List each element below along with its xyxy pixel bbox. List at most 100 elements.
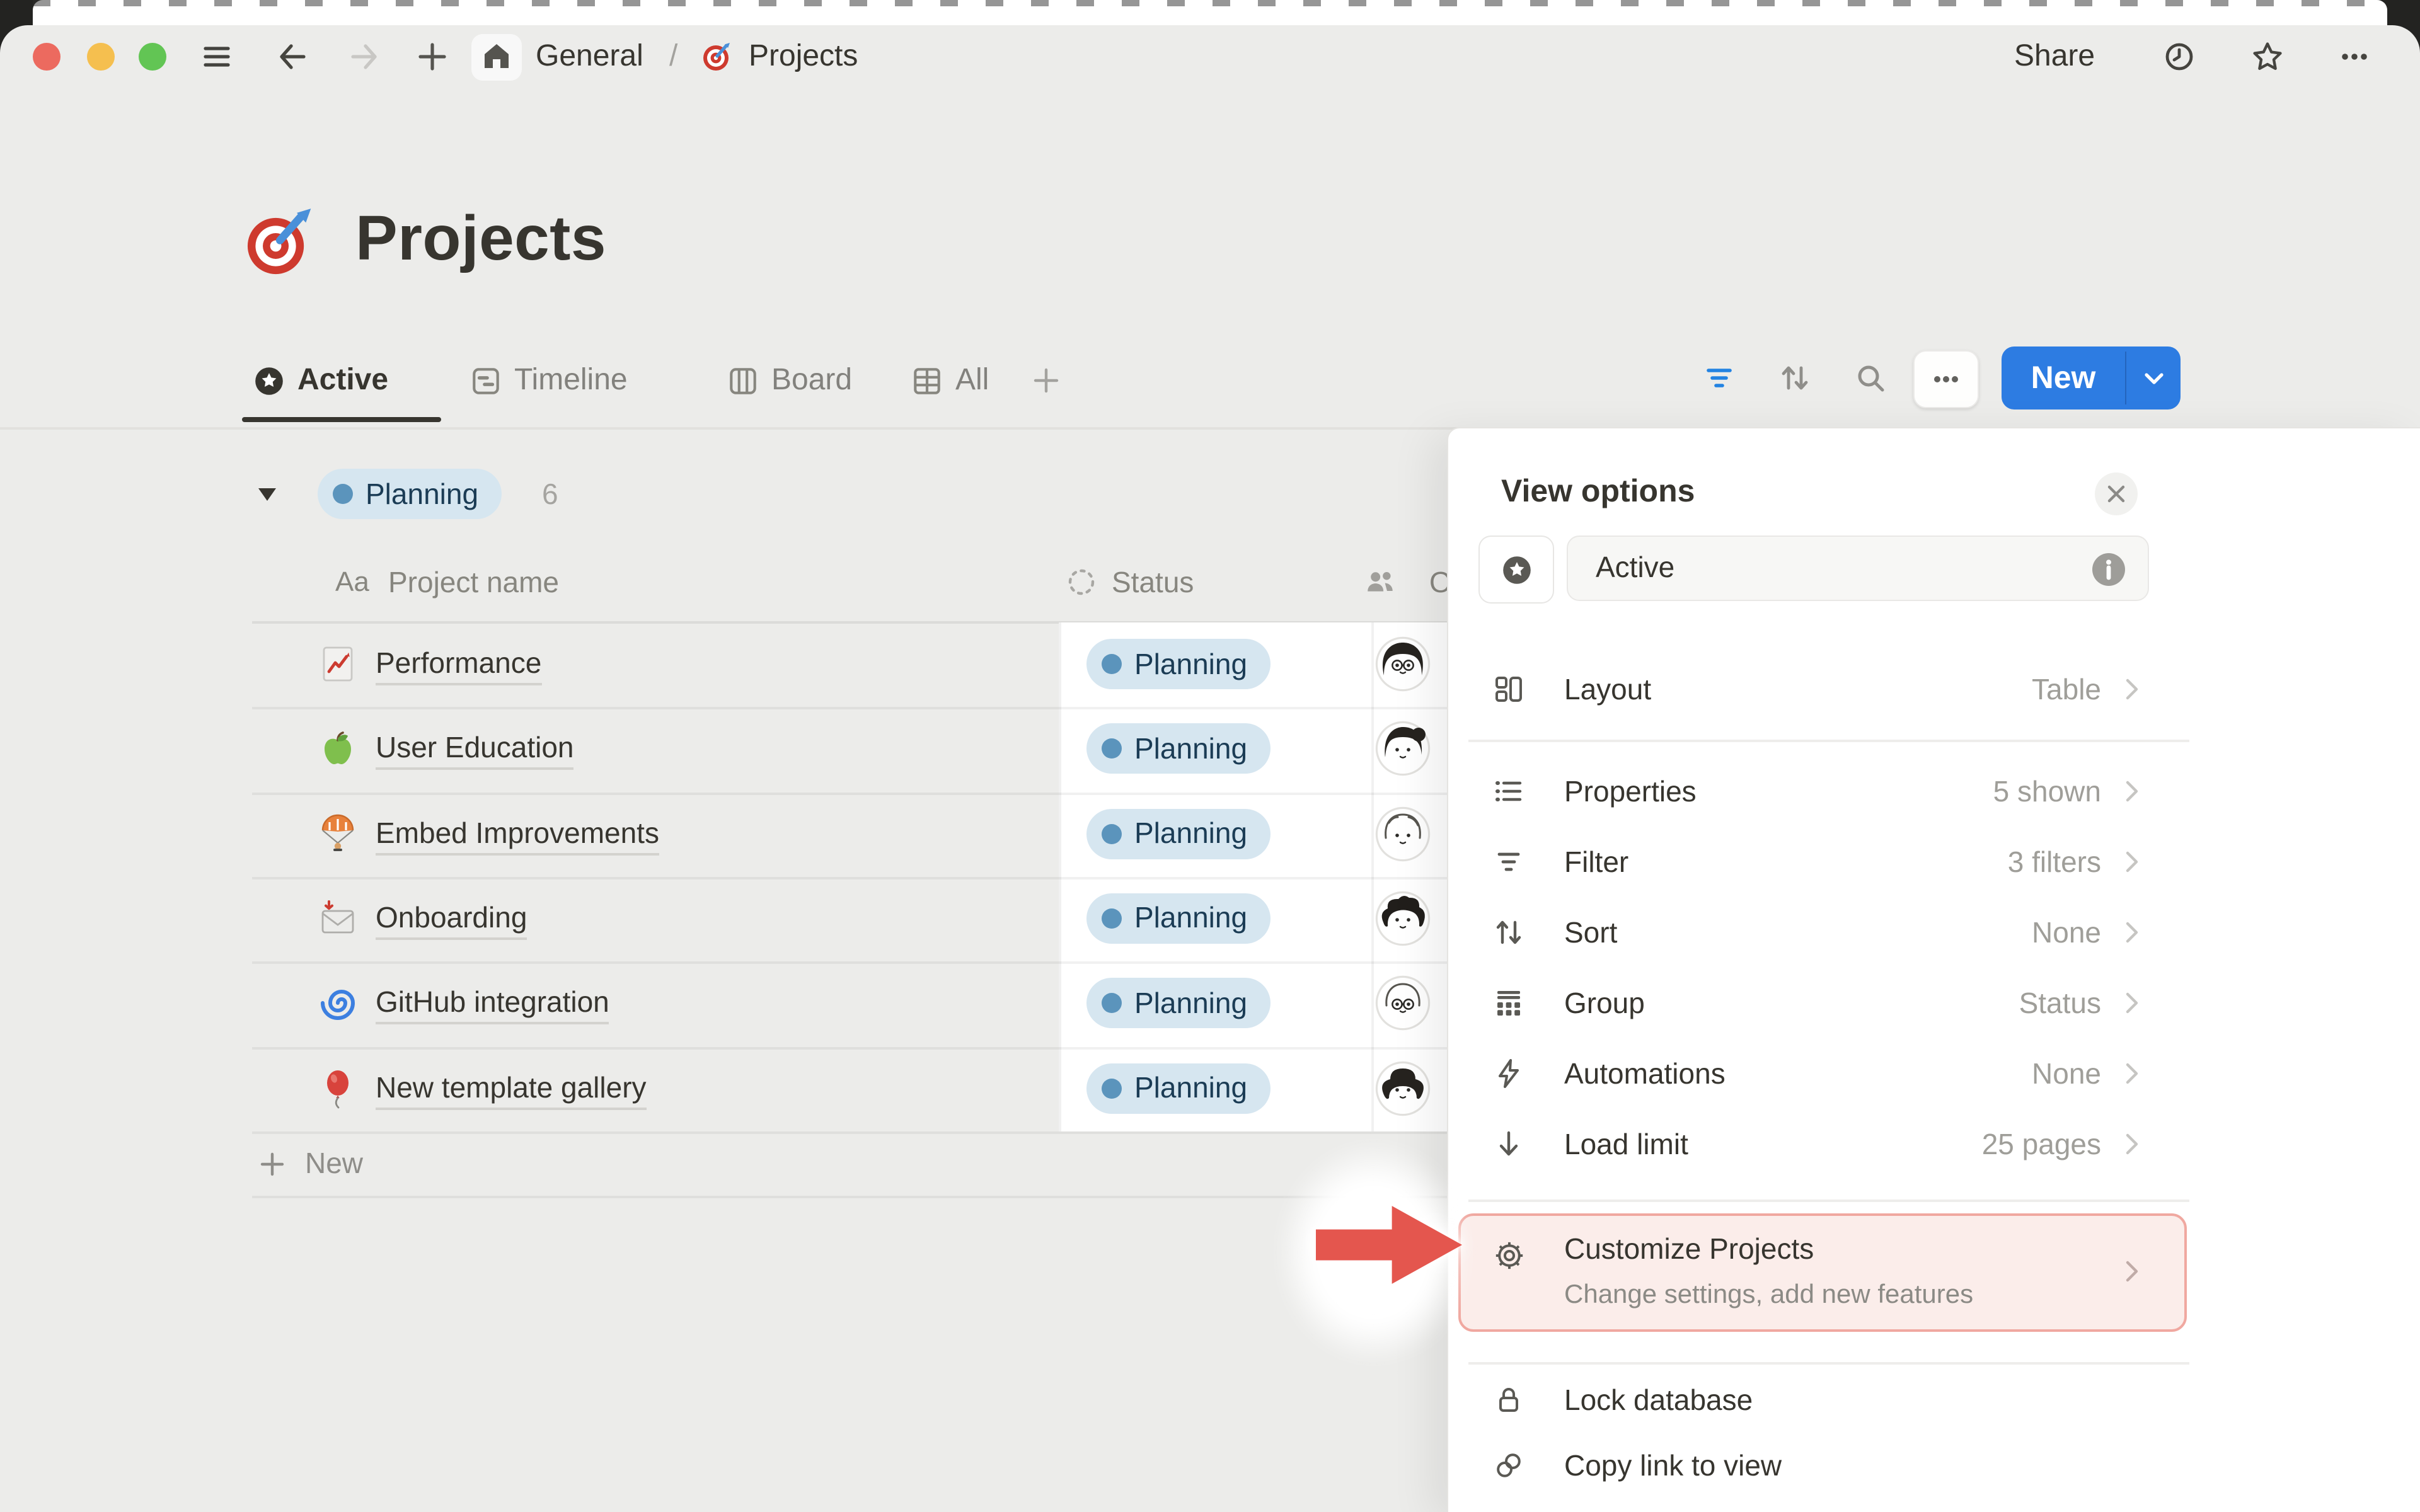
search-icon[interactable] bbox=[1854, 362, 1887, 394]
menu-item-value: 5 shown bbox=[1448, 756, 2101, 827]
panel-menu-item-filter[interactable]: Filter3 filters bbox=[1448, 827, 2189, 897]
row-border bbox=[252, 707, 1447, 710]
status-pill[interactable]: Planning bbox=[1086, 1063, 1270, 1113]
status-pill-label: Planning bbox=[1134, 902, 1247, 936]
breadcrumb-root[interactable]: General bbox=[536, 25, 643, 88]
panel-footer-item-lock-database[interactable]: Lock database bbox=[1448, 1367, 2189, 1433]
status-pill-label: Planning bbox=[1134, 1071, 1247, 1105]
close-icon[interactable] bbox=[2095, 472, 2138, 515]
panel-menu-item-sort[interactable]: SortNone bbox=[1448, 897, 2189, 968]
project-name-link[interactable]: GitHub integration bbox=[376, 986, 609, 1025]
new-record-dropdown[interactable] bbox=[2126, 346, 2181, 410]
avatar-person-glasses[interactable] bbox=[1375, 976, 1431, 1031]
avatar-man-curly[interactable] bbox=[1375, 1060, 1431, 1116]
table-row[interactable]: Onboarding Planning bbox=[0, 877, 1447, 961]
chevron-right-icon bbox=[2118, 675, 2145, 703]
forward-icon[interactable] bbox=[348, 40, 381, 73]
panel-divider bbox=[1468, 740, 2189, 742]
share-button[interactable]: Share bbox=[2014, 25, 2095, 88]
table-row[interactable]: GitHub integration Planning bbox=[0, 962, 1447, 1046]
chevron-right-icon bbox=[2118, 848, 2145, 876]
zoom-window-button[interactable] bbox=[139, 43, 166, 71]
filter-icon[interactable] bbox=[1703, 362, 1736, 394]
menu-item-value: None bbox=[1448, 897, 2101, 968]
panel-divider bbox=[1468, 1362, 2189, 1365]
avatar-woman-ponytail[interactable] bbox=[1375, 721, 1431, 777]
breadcrumb-page[interactable]: Projects bbox=[749, 25, 858, 88]
table-row[interactable]: New template gallery Planning bbox=[0, 1046, 1447, 1131]
avatar-woman-bob-glasses[interactable] bbox=[1375, 636, 1431, 692]
sidebar-menu-icon[interactable] bbox=[200, 40, 233, 73]
avatar-man-fluffy-hair[interactable] bbox=[1375, 891, 1431, 946]
status-pill[interactable]: Planning bbox=[1086, 808, 1270, 859]
new-record-split-button[interactable]: New bbox=[2002, 346, 2181, 410]
status-pill-label: Planning bbox=[1134, 647, 1247, 681]
tab-timeline[interactable]: Timeline bbox=[469, 355, 628, 406]
tab-active[interactable]: Active bbox=[252, 355, 388, 406]
view-name-input[interactable]: Active bbox=[1567, 536, 2149, 601]
status-dot bbox=[1102, 654, 1122, 674]
updates-clock-icon[interactable] bbox=[2163, 40, 2196, 73]
avatar-person-sketch[interactable] bbox=[1375, 806, 1431, 861]
menu-item-value: Table bbox=[1448, 654, 2101, 724]
panel-menu-item-automations[interactable]: AutomationsNone bbox=[1448, 1038, 2189, 1109]
table-row[interactable]: User Education Planning bbox=[0, 707, 1447, 792]
chevron-right-icon bbox=[2118, 777, 2145, 805]
menu-item-value: 3 filters bbox=[1448, 827, 2101, 897]
more-options-icon[interactable] bbox=[2338, 40, 2371, 73]
project-name-link[interactable]: Embed Improvements bbox=[376, 816, 659, 855]
chevron-right-icon bbox=[2118, 1130, 2145, 1158]
cyclone-emoji bbox=[318, 983, 358, 1024]
group-status-pill[interactable]: Planning bbox=[318, 469, 501, 519]
group-collapse-triangle-icon[interactable] bbox=[256, 483, 279, 505]
status-pill[interactable]: Planning bbox=[1086, 893, 1270, 944]
panel-menu-item-properties[interactable]: Properties5 shown bbox=[1448, 756, 2189, 827]
status-pill[interactable]: Planning bbox=[1086, 978, 1270, 1029]
add-row-button[interactable]: New bbox=[257, 1147, 363, 1181]
table-row[interactable]: Performance Planning bbox=[0, 622, 1447, 707]
view-icon-button[interactable] bbox=[1478, 536, 1554, 604]
project-name-link[interactable]: New template gallery bbox=[376, 1070, 647, 1109]
customize-projects-item[interactable]: Customize Projects Change settings, add … bbox=[1458, 1213, 2187, 1332]
footer-item-label: Copy link to view bbox=[1564, 1433, 1782, 1498]
column-header-project-name[interactable]: Project name bbox=[388, 564, 559, 600]
add-view-icon[interactable] bbox=[1031, 365, 1061, 396]
tab-board[interactable]: Board bbox=[726, 355, 852, 406]
project-name-link[interactable]: Onboarding bbox=[376, 901, 527, 940]
minimize-window-button[interactable] bbox=[87, 43, 115, 71]
project-name-link[interactable]: Performance bbox=[376, 646, 541, 685]
status-pill[interactable]: Planning bbox=[1086, 639, 1270, 689]
status-pill-label: Planning bbox=[1134, 816, 1247, 850]
panel-menu-item-group[interactable]: GroupStatus bbox=[1448, 968, 2189, 1038]
panel-menu-item-load-limit[interactable]: Load limit25 pages bbox=[1448, 1109, 2189, 1179]
new-page-icon[interactable] bbox=[416, 40, 449, 73]
project-name-link[interactable]: User Education bbox=[376, 731, 574, 770]
view-more-options-button[interactable] bbox=[1913, 350, 1979, 408]
favorite-star-icon[interactable] bbox=[2251, 40, 2284, 73]
parachute-emoji bbox=[318, 813, 358, 854]
new-record-button-label[interactable]: New bbox=[2002, 346, 2125, 410]
people-property-icon bbox=[1364, 564, 1398, 598]
info-icon[interactable] bbox=[2090, 551, 2128, 588]
page-title[interactable]: Projects bbox=[355, 202, 606, 275]
status-pill[interactable]: Planning bbox=[1086, 724, 1270, 774]
active-tab-underline bbox=[242, 417, 441, 422]
chevron-right-icon bbox=[2118, 919, 2145, 946]
tab-all[interactable]: All bbox=[910, 355, 989, 406]
close-window-button[interactable] bbox=[33, 43, 60, 71]
back-icon[interactable] bbox=[276, 40, 309, 73]
incoming-envelope-emoji bbox=[318, 898, 358, 939]
target-emoji bbox=[701, 40, 734, 73]
panel-footer-item-copy-link-to-view[interactable]: Copy link to view bbox=[1448, 1433, 2189, 1498]
status-dot bbox=[1102, 908, 1122, 929]
table-row[interactable]: Embed Improvements Planning bbox=[0, 792, 1447, 876]
row-border bbox=[252, 877, 1447, 879]
customize-projects-sublabel: Change settings, add new features bbox=[1564, 1280, 1973, 1310]
panel-menu-item-layout[interactable]: LayoutTable bbox=[1448, 654, 2189, 724]
home-button[interactable] bbox=[471, 34, 522, 81]
tab-label: Board bbox=[771, 363, 852, 398]
panel-title: View options bbox=[1501, 474, 1695, 510]
column-header-status[interactable]: Status bbox=[1112, 564, 1194, 600]
page-icon-target[interactable] bbox=[242, 207, 315, 280]
sort-icon[interactable] bbox=[1778, 362, 1811, 394]
